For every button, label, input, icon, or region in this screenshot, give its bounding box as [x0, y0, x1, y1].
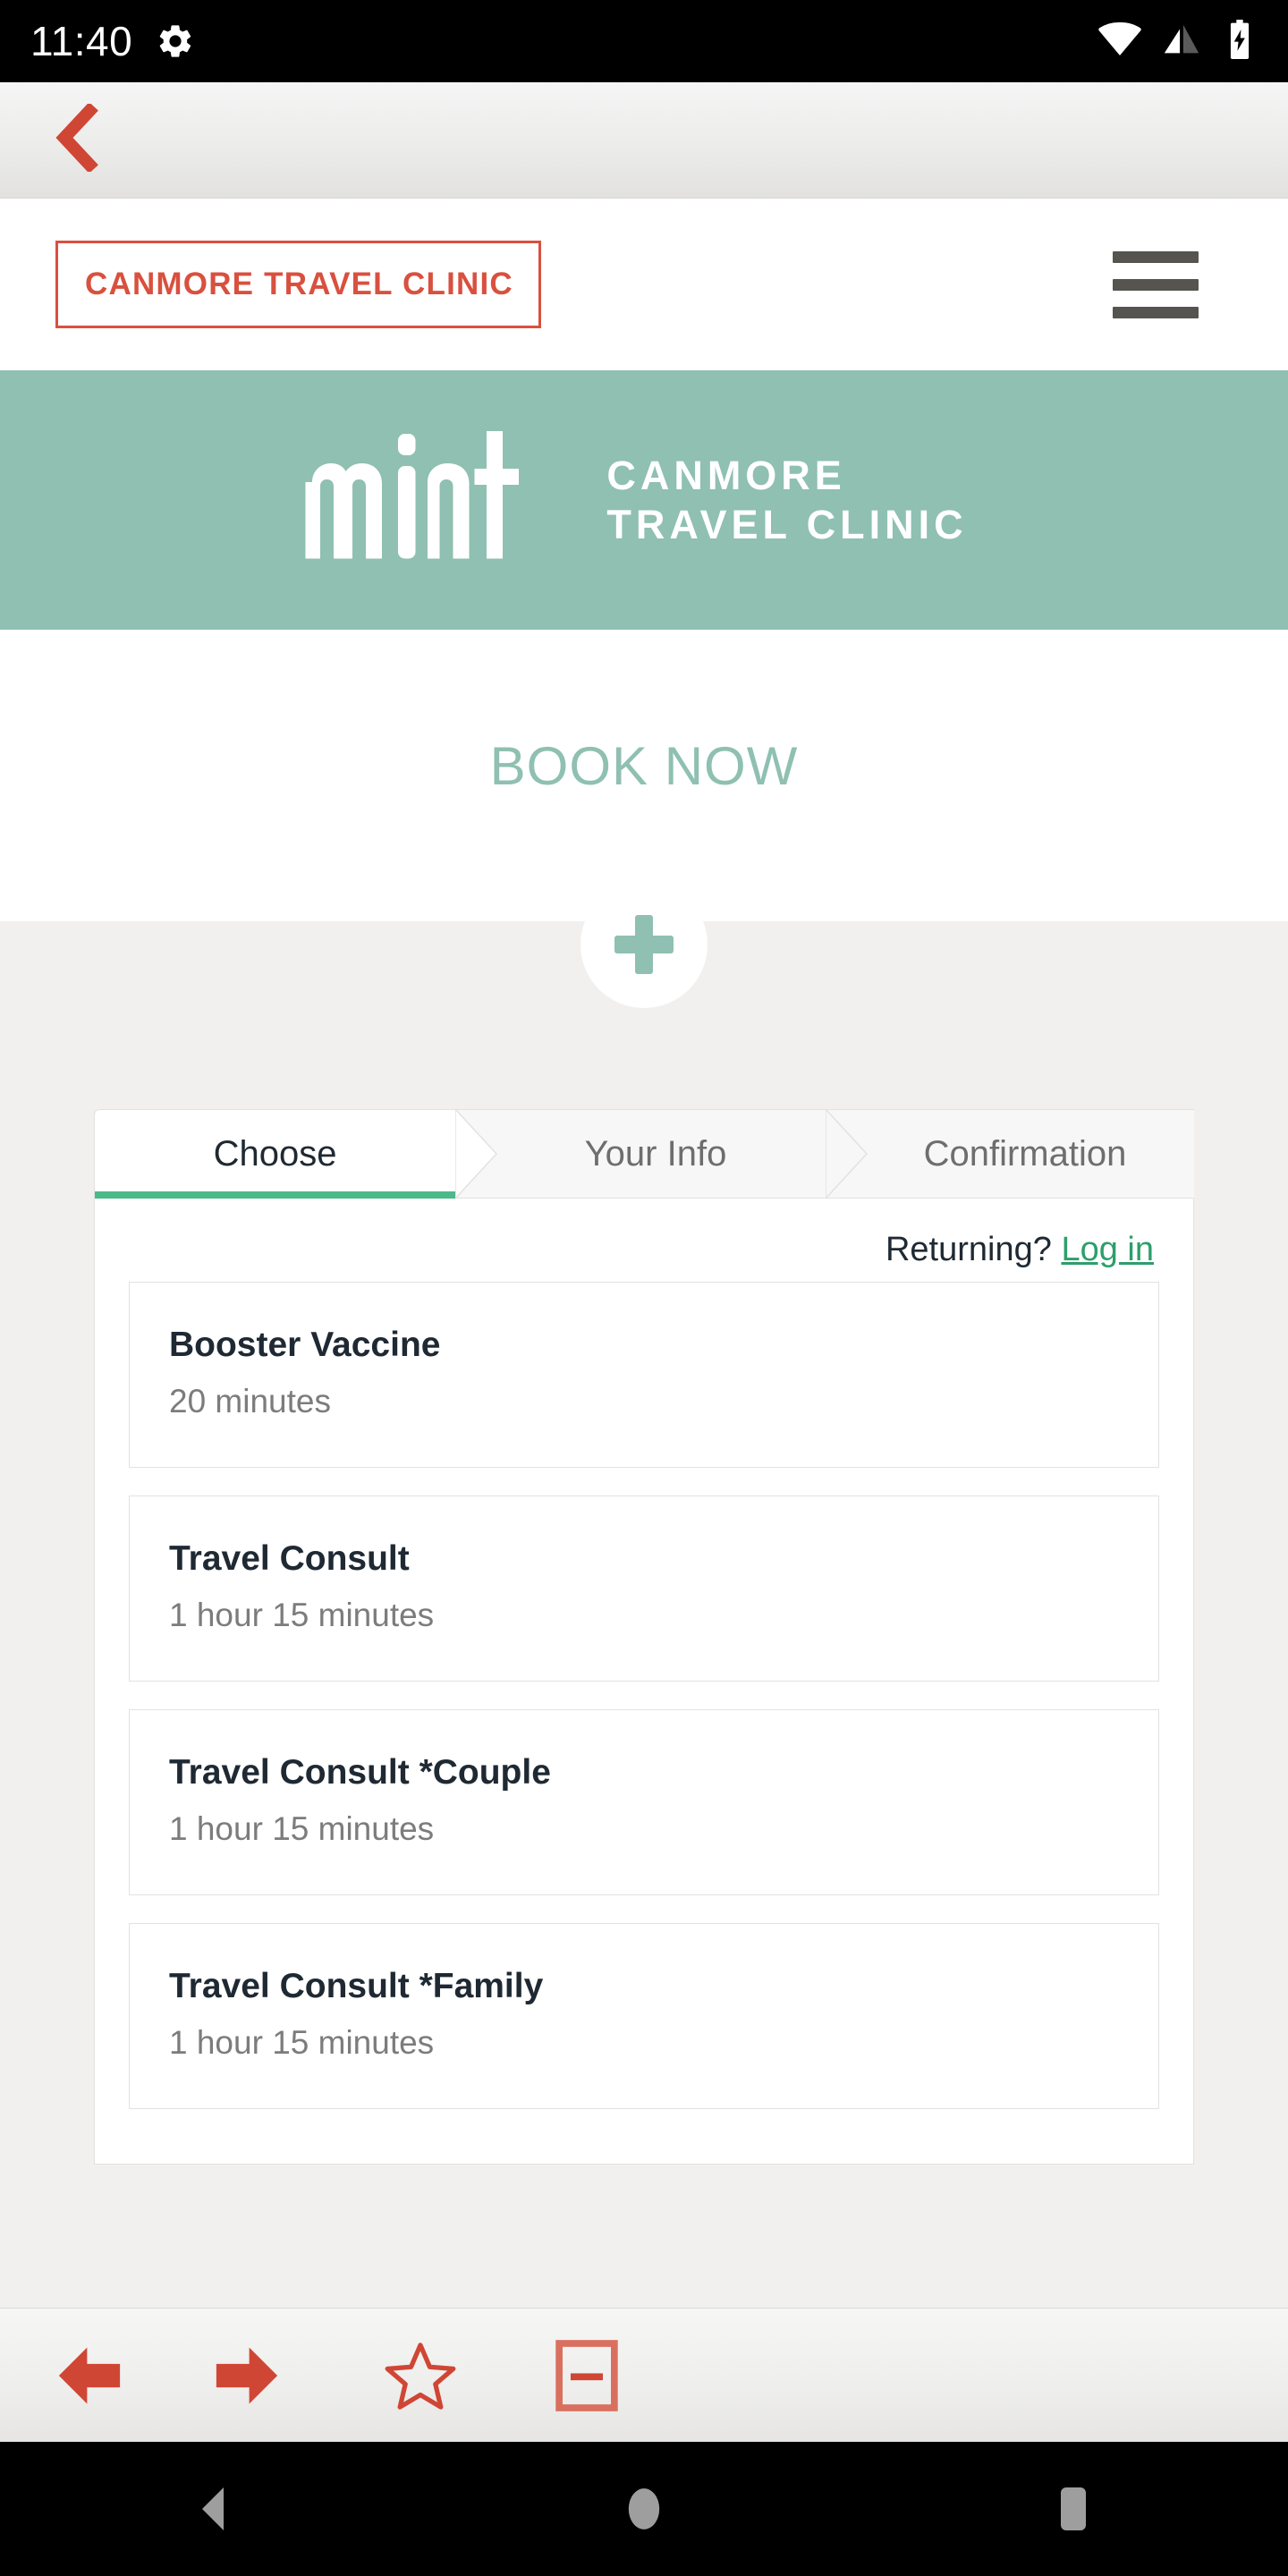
plus-horizontal-bar: [614, 936, 674, 953]
service-name: Travel Consult: [169, 1539, 410, 1578]
nav-recents-icon[interactable]: [984, 2442, 1163, 2576]
browser-bottom-toolbar: [0, 2308, 1288, 2442]
service-duration: 1 hour 15 minutes: [169, 2024, 435, 2061]
gear-icon: [156, 21, 195, 61]
service-card[interactable]: Travel Consult *Couple 1 hour 15 minutes: [129, 1709, 1159, 1895]
status-bar-clock: 11:40: [30, 18, 133, 64]
brand-logo-box[interactable]: CANMORE TRAVEL CLINIC: [55, 241, 541, 328]
battery-charging-icon: [1222, 19, 1258, 64]
wifi-icon: [1098, 18, 1141, 65]
content-clip: [0, 2290, 1288, 2308]
book-now-heading: BOOK NOW: [489, 736, 799, 796]
nav-home-icon[interactable]: [555, 2442, 733, 2576]
android-nav-bar: [0, 2442, 1288, 2576]
mint-wordmark: [299, 418, 567, 583]
mint-logo-banner: CANMORE TRAVEL CLINIC: [0, 370, 1288, 630]
service-name: Booster Vaccine: [169, 1326, 441, 1364]
service-duration: 1 hour 15 minutes: [169, 1810, 435, 1847]
service-duration: 1 hour 15 minutes: [169, 1597, 435, 1633]
banner-line-1: CANMORE: [606, 452, 846, 498]
back-arrow-icon[interactable]: [52, 2338, 127, 2413]
status-bar-icons: [1098, 18, 1258, 65]
star-outline-icon[interactable]: [383, 2338, 458, 2413]
service-duration: 20 minutes: [169, 1383, 331, 1419]
service-name: Travel Consult *Family: [169, 1967, 544, 2005]
service-name: Travel Consult *Couple: [169, 1753, 551, 1792]
tab-your-info[interactable]: Your Info: [455, 1109, 826, 1199]
hamburger-line: [1113, 278, 1199, 291]
forward-arrow-icon[interactable]: [209, 2338, 284, 2413]
returning-login-row: Returning? Log in: [95, 1199, 1193, 1282]
plus-icon[interactable]: [580, 881, 708, 1008]
banner-line-2: TRAVEL CLINIC: [606, 502, 968, 547]
service-card[interactable]: Booster Vaccine 20 minutes: [129, 1282, 1159, 1468]
tabs-icon[interactable]: [555, 2338, 619, 2413]
status-bar: 11:40: [0, 0, 1288, 82]
site-header: CANMORE TRAVEL CLINIC: [0, 199, 1288, 370]
returning-label: Returning?: [885, 1231, 1052, 1268]
tab-confirmation[interactable]: Confirmation: [826, 1109, 1194, 1199]
phone-screen: 11:40 CANMORE TRAVEL CLINIC CANMORE TRAV…: [0, 0, 1288, 2576]
service-card[interactable]: Travel Consult *Family 1 hour 15 minutes: [129, 1923, 1159, 2109]
service-card[interactable]: Travel Consult 1 hour 15 minutes: [129, 1496, 1159, 1682]
nav-back-icon[interactable]: [125, 2442, 304, 2576]
booking-widget-body: Returning? Log in Booster Vaccine 20 min…: [94, 1199, 1194, 2165]
tab-confirmation-label: Confirmation: [923, 1133, 1127, 1174]
cellular-signal-icon: [1161, 19, 1202, 64]
hamburger-line: [1113, 306, 1199, 318]
booking-step-tabs: Choose Your Info Confirmation: [94, 1107, 1194, 1200]
booking-widget: Choose Your Info Confirmation Returning?…: [94, 1107, 1194, 2165]
brand-name: CANMORE TRAVEL CLINIC: [85, 267, 513, 301]
log-in-link[interactable]: Log in: [1061, 1231, 1154, 1268]
hamburger-menu-icon[interactable]: [1113, 250, 1199, 318]
service-list: Booster Vaccine 20 minutes Travel Consul…: [95, 1282, 1193, 2109]
banner-clinic-name: CANMORE TRAVEL CLINIC: [606, 452, 968, 547]
browser-top-bar: [0, 82, 1288, 199]
tab-choose-label: Choose: [213, 1133, 337, 1174]
hamburger-line: [1113, 250, 1199, 263]
tab-your-info-label: Your Info: [584, 1133, 727, 1174]
chevron-left-icon[interactable]: [52, 102, 102, 176]
tab-choose[interactable]: Choose: [94, 1109, 455, 1199]
book-now-section: BOOK NOW: [0, 630, 1288, 921]
